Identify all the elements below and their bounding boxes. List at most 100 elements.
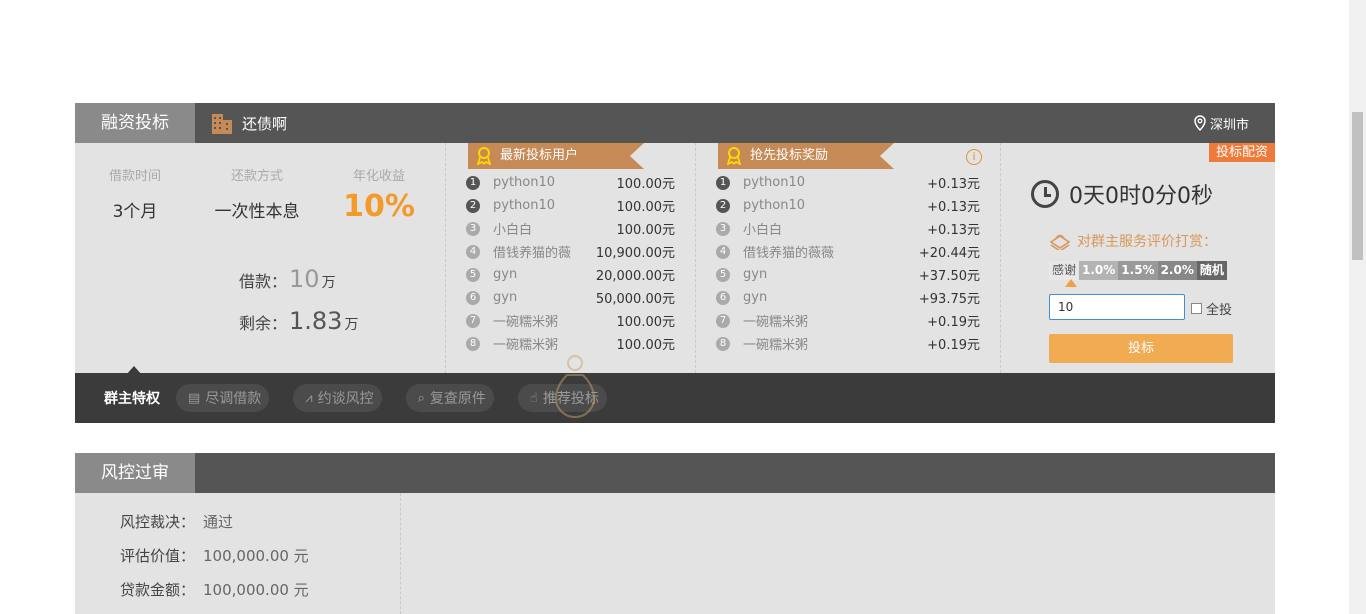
amount-value: 100.00元 <box>616 200 676 215</box>
amount-value: +0.19元 <box>927 338 980 353</box>
tab-label: 复查原件 <box>429 391 486 407</box>
amount-value: +0.13元 <box>927 223 980 238</box>
tab-check-originals[interactable]: ⌕ 复查原件 <box>405 384 494 412</box>
tip-option-1-5pct[interactable]: 1.5% <box>1118 261 1158 280</box>
list-item: 2 python10 100.00元 <box>466 194 675 217</box>
borrow-amount: 借款：10 万 <box>239 265 336 293</box>
tip-option-thanks[interactable]: 感谢 <box>1049 261 1080 280</box>
remain-label: 剩余： <box>239 314 288 333</box>
user-name: 小白白 <box>493 223 533 238</box>
info-icon[interactable]: i <box>966 149 982 165</box>
city-name: 深圳市 <box>1209 117 1249 133</box>
user-name: gyn <box>493 267 518 282</box>
tab-label: 尽调借款 <box>205 391 262 407</box>
list-item: 8 一碗糯米粥 100.00元 <box>466 332 675 355</box>
amount-value: 100.00元 <box>616 177 676 192</box>
latest-bidders-panel: 最新投标用户 1 python10 100.00元 2 python10 100.00元 3… <box>445 143 695 373</box>
user-name: python10 <box>743 198 806 213</box>
list-item: 4 借钱养猫的薇薇 +20.44元 <box>716 240 980 263</box>
financing-body: 借款时间 3个月 还款方式 一次性本息 年化收益 10% 借款：10 万 剩余：1… <box>75 143 1275 373</box>
list-item: 6 gyn +93.75元 <box>716 286 980 309</box>
latest-bidders-list: 1 python10 100.00元 2 python10 100.00元 3 小白白 100.… <box>466 171 675 355</box>
risk-body: 风控裁决： 通过 评估价值： 100,000.00 元 贷款金额： 100,000.0… <box>75 493 1275 614</box>
tab-owner-privilege[interactable]: 群主特权 <box>104 366 160 408</box>
rank-badge: 3 <box>716 221 730 236</box>
remain-amount: 剩余：1.83 万 <box>239 307 358 335</box>
borrow-value: 10 <box>289 265 320 293</box>
location-pin-icon <box>1194 115 1206 131</box>
invest-button[interactable]: 投标 <box>1049 334 1233 363</box>
rank-badge: 7 <box>716 313 730 328</box>
bid-amount-input[interactable] <box>1049 294 1185 320</box>
user-name: 借钱养猫的薇薇 <box>743 246 835 261</box>
risk-row: 风控裁决： 通过 <box>120 511 233 532</box>
list-item: 5 gyn +37.50元 <box>716 263 980 286</box>
annual-rate-label: 年化收益 <box>352 169 405 184</box>
user-name: python10 <box>493 198 556 213</box>
financing-tab-title: 融资投标 <box>75 103 195 143</box>
user-name: 一碗糯米粥 <box>493 338 559 353</box>
amount-value: 50,000.00元 <box>595 292 675 307</box>
scrollbar-thumb[interactable] <box>1352 112 1363 260</box>
amount-value: 10,900.00元 <box>595 246 675 261</box>
rank-badge: 5 <box>716 267 730 282</box>
list-item: 7 一碗糯米粥 +0.19元 <box>716 309 980 332</box>
risk-key: 贷款金额： <box>120 581 196 599</box>
document-icon: ▤ <box>188 390 201 406</box>
list-item: 8 一碗糯米粥 +0.19元 <box>716 332 980 355</box>
rank-badge: 6 <box>716 290 730 305</box>
risk-key: 评估价值： <box>120 547 196 565</box>
rank-badge: 3 <box>466 221 480 236</box>
rank-badge: 7 <box>466 313 480 328</box>
list-item: 4 借钱养猫的薇 10,900.00元 <box>466 240 675 263</box>
remain-value: 1.83 <box>289 307 343 335</box>
search-icon: ⌕ <box>417 390 425 406</box>
amount-value: +20.44元 <box>918 246 980 261</box>
bid-panel: 投标配资 0天0时0分0秒 对群主服务评价打赏： 感谢 1.0% 1.5% 2.… <box>1000 143 1275 373</box>
loan-term-label: 借款时间 <box>108 169 161 184</box>
annual-rate-value: 10% <box>343 189 415 224</box>
chart-icon: ⩘ <box>305 390 313 406</box>
risk-value: 100,000.00 元 <box>203 581 309 599</box>
rank-badge: 5 <box>466 267 480 282</box>
tab-risk-interview[interactable]: ⩘ 约谈风控 <box>293 384 382 412</box>
risk-row: 评估价值： 100,000.00 元 <box>120 545 309 566</box>
amount-value: +0.13元 <box>927 177 980 192</box>
all-in-checkbox[interactable]: 全投 <box>1191 299 1232 318</box>
user-name: gyn <box>743 267 768 282</box>
tip-option-random[interactable]: 随机 <box>1196 261 1227 280</box>
project-name: 还债啊 <box>242 114 288 133</box>
risk-tab-title: 风控过审 <box>75 453 195 493</box>
tip-option-2pct[interactable]: 2.0% <box>1157 261 1197 280</box>
rewards-panel: 抢先投标奖励 i 1 python10 +0.13元 2 python10 +0.13元 3… <box>695 143 1000 373</box>
page-scrollbar[interactable] <box>1349 0 1366 614</box>
user-name: python10 <box>493 175 556 190</box>
list-item: 7 一碗糯米粥 100.00元 <box>466 309 675 332</box>
tip-option-1pct[interactable]: 1.0% <box>1079 261 1119 280</box>
coin-stack-icon <box>1049 234 1071 250</box>
risk-key: 风控裁决： <box>120 513 196 531</box>
tab-due-diligence[interactable]: ▤ 尽调借款 <box>176 384 270 412</box>
amount-value: +0.13元 <box>927 200 980 215</box>
amount-value: 20,000.00元 <box>595 269 675 284</box>
loan-summary: 借款时间 3个月 还款方式 一次性本息 年化收益 10% 借款：10 万 剩余：1… <box>75 143 445 373</box>
countdown: 0天0时0分0秒 <box>1031 178 1213 210</box>
countdown-text: 0天0时0分0秒 <box>1069 184 1213 209</box>
user-name: 小白白 <box>743 223 783 238</box>
rank-badge: 1 <box>716 175 730 190</box>
latest-bidders-ribbon: 最新投标用户 <box>468 143 644 169</box>
rewards-ribbon: 抢先投标奖励 <box>718 143 894 169</box>
amount-value: 100.00元 <box>616 338 676 353</box>
list-item: 1 python10 +0.13元 <box>716 171 980 194</box>
divider <box>400 493 401 614</box>
list-item: 2 python10 +0.13元 <box>716 194 980 217</box>
borrow-unit: 万 <box>321 275 336 291</box>
rank-badge: 2 <box>716 198 730 213</box>
checkbox-icon[interactable] <box>1191 303 1202 314</box>
user-name: gyn <box>743 290 768 305</box>
risk-value: 通过 <box>203 513 234 531</box>
rank-badge: 4 <box>716 244 730 259</box>
list-item: 5 gyn 20,000.00元 <box>466 263 675 286</box>
bid-funding-badge[interactable]: 投标配资 <box>1208 143 1275 162</box>
rank-badge: 6 <box>466 290 480 305</box>
